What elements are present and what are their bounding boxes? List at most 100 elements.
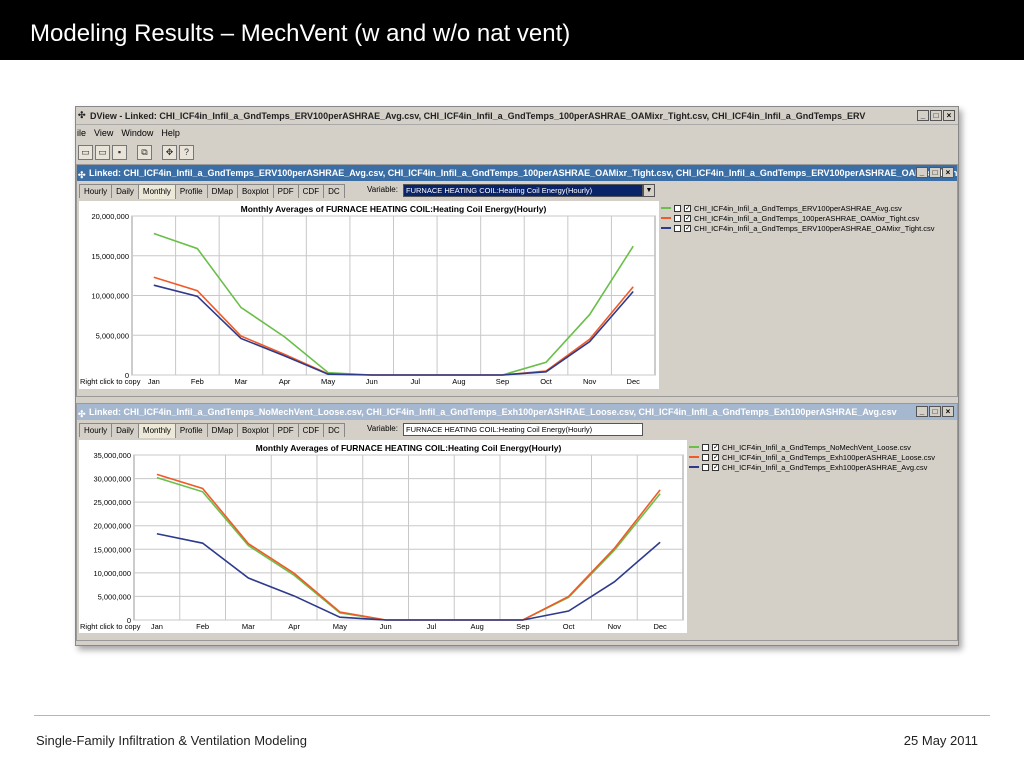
child2-window-controls: _ □ × [916,406,954,417]
tab-pdf[interactable]: PDF [272,184,299,198]
y-tick-label: 30,000,000 [93,475,131,484]
y-tick-label: 35,000,000 [93,451,131,460]
series-swatch [689,446,699,448]
linked-window-2-title: Linked: CHI_ICF4in_Infil_a_GndTemps_NoMe… [89,407,897,417]
legend-label: CHI_ICF4in_Infil_a_GndTemps_Exh100perASH… [722,452,936,462]
legend-entry[interactable]: ✓ CHI_ICF4in_Infil_a_GndTemps_NoMechVent… [689,442,935,452]
menu-bar: ile View Window Help [76,125,958,141]
x-tick-label: Jan [151,622,163,631]
app-title: DView - Linked: CHI_ICF4in_Infil_a_GndTe… [90,111,866,121]
y-tick-label: 20,000,000 [91,212,129,221]
tab-dmap[interactable]: DMap [206,184,238,198]
checkbox-checked[interactable]: ✓ [684,224,691,232]
slide-title: Modeling Results – MechVent (w and w/o n… [30,20,571,47]
linked-window-1-titlebar[interactable]: ✣ Linked: CHI_ICF4in_Infil_a_GndTemps_ER… [77,165,957,181]
tab-monthly[interactable]: Monthly [137,184,176,199]
minimize-button[interactable]: _ [917,110,929,121]
checkbox-unchecked[interactable] [702,463,709,471]
legend-entry[interactable]: ✓ CHI_ICF4in_Infil_a_GndTemps_ERV100perA… [661,203,935,213]
checkbox-checked[interactable]: ✓ [712,453,719,461]
tab-boxplot[interactable]: Boxplot [236,423,274,437]
maximize-button[interactable]: □ [929,167,941,178]
x-tick-label: Feb [196,622,209,631]
menu-help[interactable]: Help [161,125,180,141]
legend-1: ✓ CHI_ICF4in_Infil_a_GndTemps_ERV100perA… [661,203,935,233]
tab-hourly[interactable]: Hourly [79,184,113,198]
menu-window[interactable]: Window [121,125,153,141]
menu-file[interactable]: ile [77,125,86,141]
linked-window-2-titlebar[interactable]: ✣ Linked: CHI_ICF4in_Infil_a_GndTemps_No… [77,404,957,420]
legend-entry[interactable]: ✓ CHI_ICF4in_Infil_a_GndTemps_Exh100perA… [689,452,935,462]
footer-divider [34,715,990,716]
variable-select[interactable]: FURNACE HEATING COIL:Heating Coil Energy… [403,423,643,436]
x-tick-label: Jul [427,622,437,631]
series-swatch [661,207,671,209]
legend-2: ✓ CHI_ICF4in_Infil_a_GndTemps_NoMechVent… [689,442,935,472]
checkbox-checked[interactable]: ✓ [684,214,691,222]
open-linked-icon[interactable]: ▭ [95,144,110,160]
tab-pdf[interactable]: PDF [272,423,299,437]
tab-profile[interactable]: Profile [174,184,208,198]
maximize-button[interactable]: □ [929,406,941,417]
tab-dc[interactable]: DC [323,184,345,198]
slide-header: Modeling Results – MechVent (w and w/o n… [0,0,1024,60]
tab-cdf[interactable]: CDF [297,423,325,437]
tab-dc[interactable]: DC [323,423,345,437]
y-tick-label: 10,000,000 [93,569,131,578]
right-click-copy-hint: Right click to copy [80,377,141,386]
checkbox-checked[interactable]: ✓ [684,204,691,212]
x-tick-label: May [321,377,335,386]
arrange-icon[interactable]: ✥ [162,144,177,160]
checkbox-unchecked[interactable] [674,214,681,222]
tab-hourly[interactable]: Hourly [79,423,113,437]
chevron-down-icon[interactable]: ▼ [643,184,655,197]
close-button[interactable]: × [942,167,954,178]
legend-entry[interactable]: ✓ CHI_ICF4in_Infil_a_GndTemps_100perASHR… [661,213,935,223]
minimize-button[interactable]: _ [916,167,928,178]
tab-cdf[interactable]: CDF [297,184,325,198]
x-tick-label: Dec [627,377,641,386]
tab-profile[interactable]: Profile [174,423,208,437]
footer-date: 25 May 2011 [903,733,978,748]
x-tick-label: May [333,622,347,631]
checkbox-unchecked[interactable] [674,224,681,232]
close-button[interactable]: × [943,110,955,121]
monthly-chart-1: Monthly Averages of FURNACE HEATING COIL… [80,204,656,386]
legend-label: CHI_ICF4in_Infil_a_GndTemps_ERV100perASH… [694,223,935,233]
save-icon[interactable]: ▪ [112,144,127,160]
app-window-controls: _ □ × [917,110,955,121]
help-icon[interactable]: ? [179,144,194,160]
footer-left-text: Single-Family Infiltration & Ventilation… [36,733,307,748]
tab-daily[interactable]: Daily [111,423,139,437]
window-icon: ✣ [78,409,86,419]
open-folder-icon[interactable]: ▭ [78,144,93,160]
copy-icon[interactable]: ⧉ [137,144,152,160]
checkbox-unchecked[interactable] [674,204,681,212]
legend-entry[interactable]: ✓ CHI_ICF4in_Infil_a_GndTemps_Exh100perA… [689,462,935,472]
y-tick-label: 25,000,000 [93,498,131,507]
legend-entry[interactable]: ✓ CHI_ICF4in_Infil_a_GndTemps_ERV100perA… [661,223,935,233]
checkbox-unchecked[interactable] [702,453,709,461]
checkbox-checked[interactable]: ✓ [712,443,719,451]
menu-view[interactable]: View [94,125,113,141]
x-tick-label: Oct [563,622,576,631]
chart-area-1: Monthly Averages of FURNACE HEATING COIL… [79,201,659,389]
tab-dmap[interactable]: DMap [206,423,238,437]
variable-select[interactable]: FURNACE HEATING COIL:Heating Coil Energy… [403,184,643,197]
tab-monthly[interactable]: Monthly [137,423,176,438]
x-tick-label: Sep [496,377,509,386]
chart-area-2: Monthly Averages of FURNACE HEATING COIL… [79,440,687,633]
y-tick-label: 5,000,000 [96,331,129,340]
tab-daily[interactable]: Daily [111,184,139,198]
x-tick-label: Jan [148,377,160,386]
x-tick-label: Feb [191,377,204,386]
tab-boxplot[interactable]: Boxplot [236,184,274,198]
tab-row: Hourly Daily Monthly Profile DMap Boxplo… [79,184,345,199]
close-button[interactable]: × [942,406,954,417]
y-tick-label: 15,000,000 [91,252,129,261]
x-tick-label: Mar [234,377,247,386]
maximize-button[interactable]: □ [930,110,942,121]
checkbox-checked[interactable]: ✓ [712,463,719,471]
checkbox-unchecked[interactable] [702,443,709,451]
minimize-button[interactable]: _ [916,406,928,417]
